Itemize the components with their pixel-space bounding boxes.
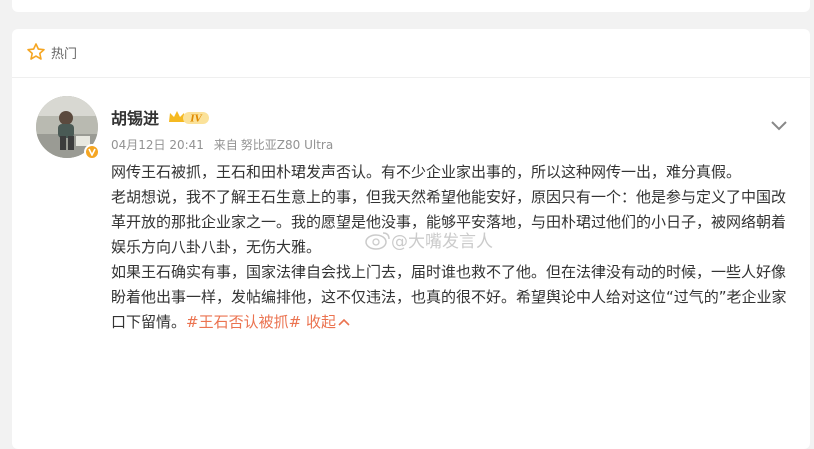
paragraph: 网传王石被抓，王石和田朴珺发声否认。有不少企业家出事的，所以这种网传一出，难分真… — [111, 163, 742, 181]
collapse-label: 收起 — [305, 313, 336, 331]
author-name[interactable]: 胡锡进 — [111, 105, 159, 129]
post-meta: 04月12日 20:41 来自 努比亚Z80 Ultra — [111, 136, 339, 153]
weibo-logo-icon — [365, 231, 390, 250]
hot-header: 热门 — [26, 40, 77, 64]
source-prefix: 来自 — [213, 138, 238, 152]
hashtag-link[interactable]: #王石否认被抓# — [186, 313, 301, 331]
watermark-text: @大嘴发言人 — [391, 232, 493, 252]
verified-icon — [88, 148, 96, 156]
chevron-up-icon — [338, 318, 350, 326]
level-badge[interactable]: IV — [167, 108, 211, 126]
previous-card — [12, 0, 810, 12]
chevron-down-icon[interactable] — [769, 119, 789, 133]
post-date[interactable]: 04月12日 20:41 — [111, 138, 204, 152]
verified-badge — [84, 144, 100, 160]
crown-icon: IV — [169, 111, 210, 125]
collapse-button[interactable]: 收起 — [306, 313, 350, 331]
level-text: IV — [189, 115, 202, 125]
post-source: 努比亚Z80 Ultra — [240, 138, 334, 152]
watermark: @大嘴发言人 — [365, 227, 493, 252]
hot-label: 热门 — [51, 46, 78, 62]
star-icon — [27, 43, 45, 60]
paragraph: 如果王石确实有事，国家法律自会找上门去，届时谁也救不了他。但在法律没有动的时候，… — [111, 260, 787, 335]
author-row: 胡锡进 IV — [111, 105, 211, 129]
divider — [12, 77, 810, 78]
feed-card: 热门 胡锡进 IV 04月12日 20:41 来自 努比亚Z80 Ultra 网… — [12, 29, 810, 449]
